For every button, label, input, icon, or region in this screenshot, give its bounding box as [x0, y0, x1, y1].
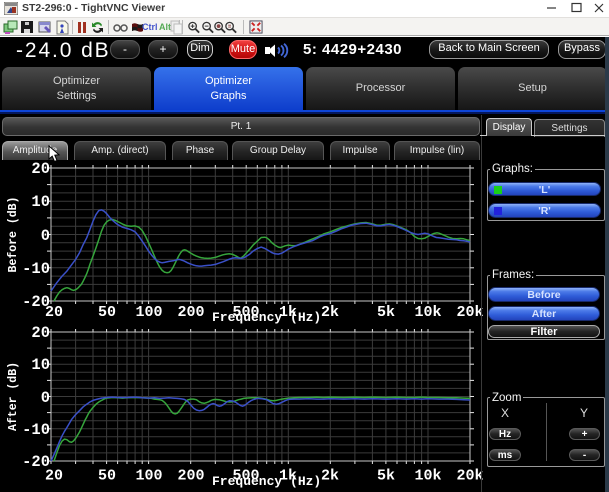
svg-text:10k: 10k [414, 304, 441, 321]
svg-text:20k: 20k [456, 468, 483, 485]
svg-text:-10: -10 [22, 260, 50, 278]
svg-text:20: 20 [31, 324, 50, 342]
svg-text:20: 20 [45, 304, 63, 321]
svg-text:10k: 10k [414, 468, 441, 485]
svg-text:200: 200 [177, 304, 204, 321]
svg-text:After (dB): After (dB) [7, 362, 20, 431]
svg-text:50: 50 [98, 304, 116, 321]
svg-text:10: 10 [31, 193, 50, 211]
svg-text:2k: 2k [321, 304, 339, 321]
svg-text:2k: 2k [321, 468, 339, 485]
svg-text:Frequency (Hz): Frequency (Hz) [212, 310, 321, 325]
svg-text:10: 10 [31, 356, 50, 374]
svg-text:20: 20 [45, 468, 63, 485]
svg-text:100: 100 [135, 304, 162, 321]
svg-text:0: 0 [41, 227, 50, 245]
svg-text:0: 0 [41, 389, 50, 407]
svg-text:50: 50 [98, 468, 116, 485]
svg-text:Before (dB): Before (dB) [7, 197, 20, 273]
svg-text:-10: -10 [22, 421, 50, 439]
svg-text:5k: 5k [377, 304, 395, 321]
svg-text:5k: 5k [377, 468, 395, 485]
svg-text:100: 100 [135, 468, 162, 485]
svg-text:Frequency (Hz): Frequency (Hz) [212, 474, 321, 489]
svg-text:20k: 20k [456, 304, 483, 321]
svg-text:200: 200 [177, 468, 204, 485]
